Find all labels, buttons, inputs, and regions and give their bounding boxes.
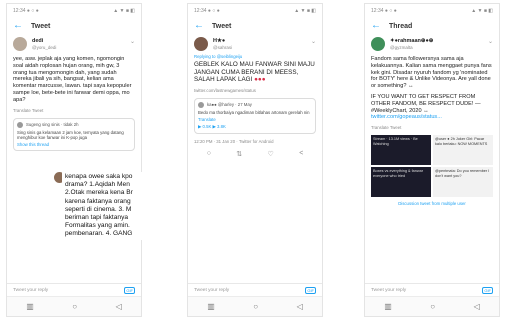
status-left: 12:34 ● ○ ● [371, 8, 397, 14]
retweet-icon[interactable]: ⇅ [236, 150, 242, 158]
media-caption[interactable]: Discussion tweet from multiple user [365, 200, 499, 207]
action-bar: ○ ⇅ ♡ < [188, 146, 322, 162]
back-arrow-icon[interactable]: ← [371, 21, 381, 31]
tweet-link[interactable]: twitter.com/gopeaus/status... [371, 114, 442, 120]
quote-avatar [17, 121, 23, 128]
home-icon[interactable]: ○ [72, 302, 77, 311]
back-arrow-icon[interactable]: ← [194, 21, 204, 31]
status-bar: 12:34 ● ○ ● ▲ ▼ ■ ◧ [365, 4, 499, 18]
tweet-text: yee, asw. jeplak aja yang komen, ngomong… [13, 56, 132, 103]
app-bar: ← Tweet [188, 18, 322, 34]
recents-icon[interactable]: ▥ [207, 302, 215, 311]
quote-translate-link[interactable]: Translate [198, 117, 312, 122]
tweet-text-2: IF YOU WANT TO GET RESPECT FROM OTHER FA… [365, 92, 499, 123]
avatar[interactable] [194, 37, 208, 51]
page-title: Tweet [31, 22, 51, 30]
tweet-header: dedi @yoru_dedi ⌄ [7, 34, 141, 54]
translate-link[interactable]: Translate Tweet [7, 106, 141, 115]
reply-bar[interactable]: Tweet your reply GIF [365, 283, 499, 296]
phone-screen-2: 12:34 ● ○ ● ▲ ▼ ■ ◧ ← Tweet H★● @sahrasi… [187, 3, 323, 317]
media-tile[interactable]: @user ● 2h Joker Girl: Pacar kalo berlak… [433, 135, 493, 166]
show-thread-link[interactable]: Show this thread [17, 142, 131, 147]
system-nav-bar: ▥ ○ ◁ [7, 296, 141, 316]
quote-header: ka●● @harley · 27 May [207, 102, 252, 108]
status-right: ▲ ▼ ■ ◧ [471, 8, 493, 14]
page-title: Thread [389, 22, 413, 30]
app-bar: ← Thread [365, 18, 499, 34]
chevron-down-icon[interactable]: ⌄ [130, 38, 135, 45]
tweet-text: GEBLEK KALO MAU FANWAR SINI MAJU JANGAN … [188, 59, 322, 86]
status-left: 12:34 ● ○ ● [194, 8, 220, 14]
back-icon[interactable]: ◁ [474, 302, 480, 311]
quote-text: Bedo ma thorbaiya ngadiman bitlahas arto… [198, 109, 310, 115]
quoted-tweet[interactable]: Sugeng sing sinis · tidak 2h Sing sinis … [13, 117, 135, 152]
media-tile[interactable]: Boxes vs everything & fanwar everyone wh… [371, 167, 431, 198]
quote-header: Sugeng sing sinis · tidak 2h [26, 122, 79, 128]
display-name[interactable]: dedi [32, 38, 56, 44]
system-nav-bar: ▥ ○ ◁ [365, 296, 499, 316]
recents-icon[interactable]: ▥ [384, 302, 392, 311]
status-bar: 12:34 ● ○ ● ▲ ▼ ■ ◧ [7, 4, 141, 18]
gif-button[interactable]: GIF [305, 286, 316, 294]
quote-text: Sing sinis ga kelamaan 2 jam koe, ternya… [17, 129, 124, 140]
avatar[interactable] [13, 37, 27, 51]
gif-button[interactable]: GIF [482, 286, 493, 294]
page-title: Tweet [212, 22, 232, 30]
like-icon[interactable]: ♡ [268, 150, 274, 158]
back-arrow-icon[interactable]: ← [13, 21, 23, 31]
gif-button[interactable]: GIF [124, 286, 135, 294]
reply-bar[interactable]: Tweet your reply GIF [7, 283, 141, 296]
quote-avatar [198, 101, 204, 108]
tweet-link[interactable]: twitter.com/lastnewgames/status [188, 86, 322, 95]
home-icon[interactable]: ○ [430, 302, 435, 311]
tweet-header: ✦●rahmaan⊕●⊕ @gyzmalta ⌄ [365, 34, 499, 54]
reply-icon[interactable]: ○ [207, 150, 211, 158]
phone-screen-1: 12:34 ● ○ ● ▲ ▼ ■ ◧ ← Tweet dedi @yoru_d… [6, 3, 142, 317]
system-nav-bar: ▥ ○ ◁ [188, 296, 322, 316]
quote-stats: ▶ 0.5K ▶ 3.8K [198, 124, 226, 130]
reply-input[interactable]: Tweet your reply [371, 288, 406, 293]
status-left: 12:34 ● ○ ● [13, 8, 39, 14]
tweet-text-2-content: IF YOU WANT TO GET RESPECT FROM OTHER FA… [371, 93, 481, 114]
chevron-down-icon[interactable]: ⌄ [311, 38, 316, 45]
back-icon[interactable]: ◁ [116, 302, 122, 311]
quoted-tweet[interactable]: ka●● @harley · 27 May Bedo ma thorbaiya … [194, 97, 316, 135]
status-right: ▲ ▼ ■ ◧ [294, 8, 316, 14]
app-bar: ← Tweet [7, 18, 141, 34]
overlay-tweet-excerpt: kenapa owee saka kpo drama? 1.Aqidah Men… [62, 172, 152, 240]
user-handle[interactable]: @gyzmalta [390, 45, 433, 50]
media-grid[interactable]: Stream · 13.1M views · Be Watching @user… [371, 135, 493, 198]
avatar[interactable] [371, 37, 385, 51]
reply-bar[interactable]: Tweet your reply GIF [188, 283, 322, 296]
tweet-timestamp: 12:20 PM · 31 Jan 20 · Twitter for Andro… [194, 139, 274, 145]
display-name[interactable]: ✦●rahmaan⊕●⊕ [390, 38, 433, 44]
media-tile[interactable]: Stream · 13.1M views · Be Watching [371, 135, 431, 166]
reply-input[interactable]: Tweet your reply [194, 288, 229, 293]
back-icon[interactable]: ◁ [297, 302, 303, 311]
tweet-text: Fandom sama followersnya sama aja kelaku… [371, 56, 492, 90]
home-icon[interactable]: ○ [253, 302, 258, 311]
user-handle[interactable]: @yoru_dedi [32, 45, 56, 50]
recents-icon[interactable]: ▥ [26, 302, 34, 311]
translate-link[interactable]: Translate Tweet [365, 123, 499, 132]
tweet-header: H★● @sahrasi ⌄ [188, 34, 322, 54]
display-name[interactable]: H★● [213, 38, 232, 44]
phone-screen-3: 12:34 ● ○ ● ▲ ▼ ■ ◧ ← Thread ✦●rahmaan⊕●… [364, 3, 500, 317]
status-right: ▲ ▼ ■ ◧ [113, 8, 135, 14]
status-bar: 12:34 ● ○ ● ▲ ▼ ■ ◧ [188, 4, 322, 18]
media-tile[interactable]: @pentmata: Do you remember I don't want … [433, 167, 493, 198]
user-handle[interactable]: @sahrasi [213, 45, 232, 50]
share-icon[interactable]: < [299, 150, 303, 158]
reply-input[interactable]: Tweet your reply [13, 288, 48, 293]
emoji-row: ●●● [254, 76, 266, 84]
chevron-down-icon[interactable]: ⌄ [488, 38, 493, 45]
